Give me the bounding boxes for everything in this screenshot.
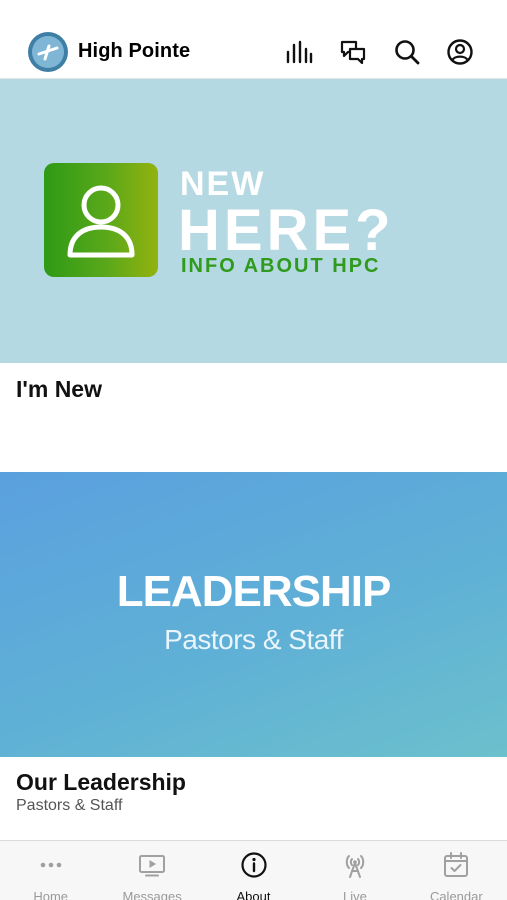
card-title-our-leadership[interactable]: Our Leadership [16, 769, 186, 796]
new-here-banner[interactable]: NEW HERE? INFO ABOUT HPC [0, 79, 507, 363]
info-icon [239, 850, 269, 885]
tab-calendar[interactable]: Calendar [406, 841, 507, 900]
chat-icon[interactable] [339, 38, 367, 66]
app-header: High Pointe [0, 0, 507, 79]
tab-live[interactable]: Live [304, 841, 405, 900]
logo-mark-icon [32, 36, 64, 68]
broadcast-icon [340, 850, 370, 885]
profile-icon[interactable] [446, 38, 474, 66]
bars-icon[interactable] [285, 38, 313, 66]
video-play-icon [137, 850, 167, 885]
card-subtitle-our-leadership: Pastors & Staff [16, 797, 123, 814]
tab-label: Calendar [429, 889, 483, 900]
search-icon[interactable] [393, 38, 421, 66]
banner-leadership-subtitle: Pastors & Staff [164, 624, 343, 655]
banner-leadership-title: LEADERSHIP [116, 567, 392, 616]
calendar-icon [441, 850, 471, 885]
banner-info-text: INFO ABOUT HPC [181, 255, 381, 277]
church-logo[interactable] [28, 32, 68, 72]
brand-name: High Pointe [78, 40, 191, 62]
tab-label: Live [342, 889, 367, 900]
leadership-banner[interactable]: LEADERSHIP Pastors & Staff [0, 472, 507, 757]
person-icon [44, 163, 158, 277]
tab-label: Home [33, 889, 69, 900]
more-dots-icon [36, 850, 66, 885]
banner-here-text: HERE? [178, 198, 395, 263]
app-screen: High Pointe NEW HERE? INFO ABOUT HPC I'm… [0, 0, 507, 900]
tab-about[interactable]: About [203, 841, 304, 900]
tab-label: About [236, 889, 271, 900]
tab-home[interactable]: Home [0, 841, 101, 900]
tab-label: Messages [122, 889, 182, 900]
bottom-tab-bar: Home Messages About Live Calendar [0, 840, 507, 900]
card-title-im-new[interactable]: I'm New [16, 376, 102, 403]
tab-messages[interactable]: Messages [101, 841, 202, 900]
